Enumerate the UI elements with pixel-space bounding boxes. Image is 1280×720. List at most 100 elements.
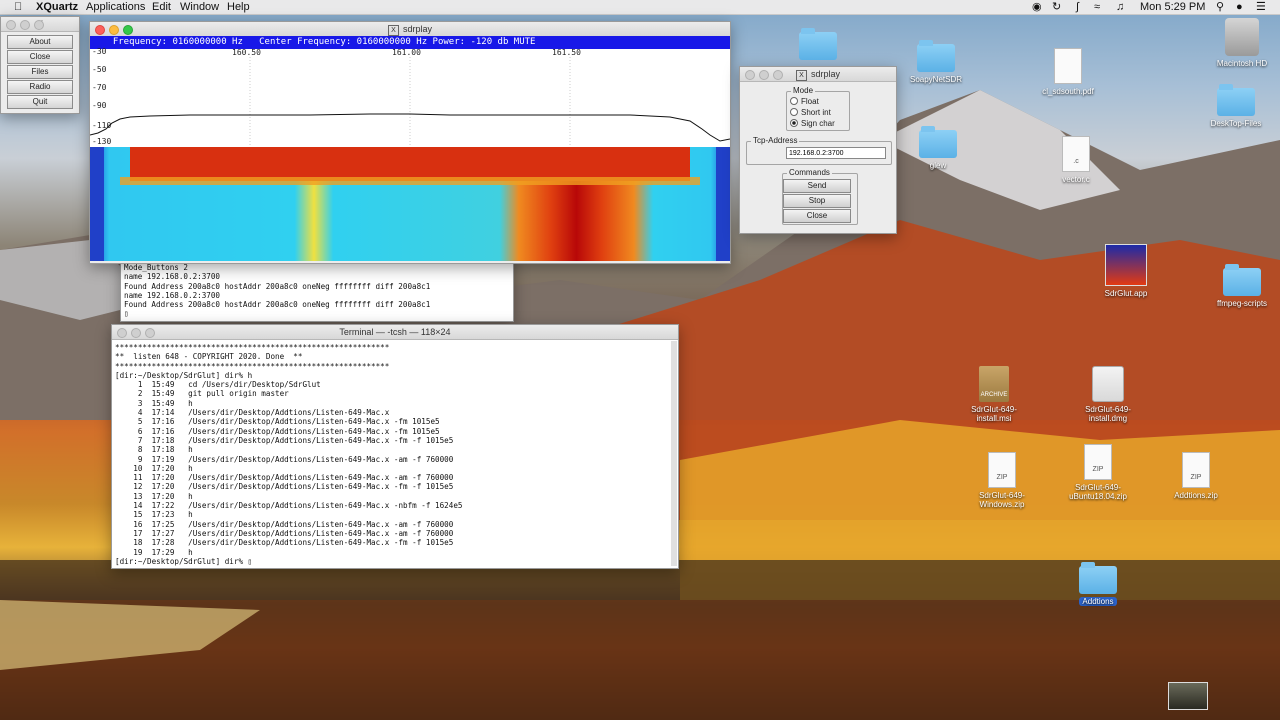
terminal-window: Terminal — -tcsh — 118×24 **************…: [111, 324, 679, 569]
record-icon[interactable]: ◉: [1032, 0, 1042, 14]
close-button[interactable]: Close: [7, 50, 73, 64]
menu-clock[interactable]: Mon 5:29 PM: [1140, 0, 1205, 14]
notification-center-icon[interactable]: ☰: [1256, 0, 1266, 14]
terminal-line: 4 17:14 /Users/dir/Desktop/Addtions/List…: [115, 408, 390, 418]
bluetooth-icon[interactable]: ∫: [1076, 0, 1079, 14]
xquartz-menu-titlebar[interactable]: X: [1, 17, 79, 32]
menu-help[interactable]: Help: [227, 0, 250, 14]
minimize-window-icon[interactable]: [109, 25, 119, 35]
stop-button[interactable]: Stop: [783, 194, 851, 208]
folder-icon: [1217, 84, 1255, 116]
terminal-line: 2 15:49 git pull origin master: [115, 389, 289, 399]
time-machine-icon[interactable]: ↻: [1052, 0, 1061, 14]
tcp-address-input[interactable]: [786, 147, 886, 159]
quit-button[interactable]: Quit: [7, 95, 73, 109]
zip-icon: ZIP: [1084, 444, 1112, 480]
menu-bar:  XQuartz Applications Edit Window Help …: [0, 0, 1280, 15]
waterfall-display[interactable]: [90, 147, 730, 261]
desktop-icon-desktop-files[interactable]: DeskTop-Files: [1196, 84, 1276, 128]
zoom-window-icon[interactable]: [34, 20, 44, 30]
desktop-icon-ffmpeg-scripts[interactable]: ffmpeg-scripts: [1202, 264, 1280, 308]
siri-icon[interactable]: ●: [1236, 0, 1243, 14]
folder-icon: [917, 40, 955, 72]
mode-radio-short-int[interactable]: Short int: [790, 108, 831, 117]
terminal-line: ** listen 648 - COPYRIGHT 2020. Done **: [115, 352, 303, 362]
tcp-address-label: Tcp-Address: [751, 136, 800, 145]
terminal-line: name 192.168.0.2:3700: [124, 290, 221, 300]
desktop-icon-soapynetsdr[interactable]: SoapyNetSDR: [896, 40, 976, 84]
terminal-line: 19 17:29 h: [115, 547, 193, 557]
commands-group-label: Commands: [787, 168, 832, 177]
terminal-line: 5 17:16 /Users/dir/Desktop/Addtions/List…: [115, 417, 440, 427]
app-icon: [1105, 244, 1147, 286]
folder-icon: [799, 28, 837, 60]
desktop-icon-macintosh-hd[interactable]: Macintosh HD: [1202, 18, 1280, 68]
volume-icon[interactable]: ♫: [1116, 0, 1124, 14]
screen-thumbnail[interactable]: [1168, 682, 1208, 710]
mode-radio-float[interactable]: Float: [790, 97, 819, 106]
desktop-icon-sdrglut-app[interactable]: SdrGlut.app: [1086, 244, 1166, 298]
close-button[interactable]: Close: [783, 209, 851, 223]
zoom-window-icon[interactable]: [145, 328, 155, 338]
close-window-icon[interactable]: [117, 328, 127, 338]
desktop-icon-sdrglut-msi[interactable]: ARCHIVE SdrGlut-649-install.msi: [954, 366, 1034, 423]
files-button[interactable]: Files: [7, 65, 73, 79]
desktop-icon-sdrglut-dmg[interactable]: SdrGlut-649-install.dmg: [1068, 366, 1148, 423]
terminal-line: 15 17:23 h: [115, 510, 193, 520]
document-icon: [1054, 48, 1082, 84]
close-window-icon[interactable]: [745, 70, 755, 80]
spectrum-trace: [90, 57, 730, 147]
menu-app-name[interactable]: XQuartz: [36, 0, 78, 14]
terminal-line: 7 17:18 /Users/dir/Desktop/Addtions/List…: [115, 435, 454, 445]
terminal-line: 12 17:20 /Users/dir/Desktop/Addtions/Lis…: [115, 482, 454, 492]
minimize-window-icon[interactable]: [20, 20, 30, 30]
menu-applications[interactable]: Applications: [86, 0, 145, 14]
desktop-icon-addtions-zip[interactable]: ZIP Addtions.zip: [1156, 452, 1236, 500]
desktop-icon-vector-c[interactable]: .c vector.c: [1036, 136, 1116, 184]
x11-icon: X: [795, 70, 807, 81]
terminal-line: 8 17:18 h: [115, 445, 193, 455]
desktop-icon-folder[interactable]: [778, 28, 858, 63]
apple-icon[interactable]: : [14, 0, 22, 14]
mode-group-label: Mode: [791, 86, 816, 95]
wifi-icon[interactable]: ≈: [1094, 0, 1100, 14]
terminal-line: 13 17:20 h: [115, 491, 193, 501]
terminal-scrollbar[interactable]: [671, 341, 677, 566]
minimize-window-icon[interactable]: [759, 70, 769, 80]
folder-icon: [1079, 562, 1117, 594]
sdrplay-control-titlebar[interactable]: Xsdrplay: [740, 67, 896, 82]
menu-window[interactable]: Window: [180, 0, 219, 14]
terminal-line: 10 17:20 h: [115, 463, 193, 473]
desktop-icon-addtions[interactable]: Addtions: [1058, 562, 1138, 606]
close-window-icon[interactable]: [6, 20, 16, 30]
about-button[interactable]: About: [7, 35, 73, 49]
terminal-line: 17 17:27 /Users/dir/Desktop/Addtions/Lis…: [115, 528, 454, 538]
sdrplay-titlebar[interactable]: Xsdrplay: [90, 22, 730, 37]
document-icon: .c: [1062, 136, 1090, 172]
desktop-icon-sdrglut-ubuntu-zip[interactable]: ZIP SdrGlut-649-uBuntu18.04.zip: [1058, 444, 1138, 501]
send-button[interactable]: Send: [783, 179, 851, 193]
terminal-line: 3 15:49 h: [115, 398, 193, 408]
terminal-line: ****************************************…: [115, 361, 390, 371]
terminal-line: 11 17:20 /Users/dir/Desktop/Addtions/Lis…: [115, 473, 454, 483]
folder-icon: [919, 126, 957, 158]
menu-edit[interactable]: Edit: [152, 0, 171, 14]
terminal-line: ▯: [124, 309, 129, 319]
desktop-icon-cl-sdsouth[interactable]: cl_sdsouth.pdf: [1028, 48, 1108, 96]
search-icon[interactable]: ⚲: [1216, 0, 1224, 14]
mode-radio-sign-char[interactable]: Sign char: [790, 119, 835, 128]
terminal-titlebar[interactable]: Terminal — -tcsh — 118×24: [112, 325, 678, 340]
terminal-output[interactable]: ****************************************…: [115, 343, 462, 566]
spectrum-plot[interactable]: 160.50 161.00 161.50 -30 -50 -70 -90 -11…: [90, 47, 730, 147]
desktop-icon-glew[interactable]: glew: [898, 126, 978, 170]
desktop-icon-sdrglut-windows-zip[interactable]: ZIP SdrGlut-649-Windows.zip: [962, 452, 1042, 509]
x11-icon: X: [387, 25, 399, 36]
close-window-icon[interactable]: [95, 25, 105, 35]
sdrplay-control-window: Xsdrplay Mode Float Short int Sign char …: [739, 66, 897, 234]
zoom-window-icon[interactable]: [123, 25, 133, 35]
radio-button[interactable]: Radio: [7, 80, 73, 94]
minimize-window-icon[interactable]: [131, 328, 141, 338]
zoom-window-icon[interactable]: [773, 70, 783, 80]
terminal-line: ****************************************…: [115, 343, 390, 352]
archive-icon: ARCHIVE: [979, 366, 1009, 402]
